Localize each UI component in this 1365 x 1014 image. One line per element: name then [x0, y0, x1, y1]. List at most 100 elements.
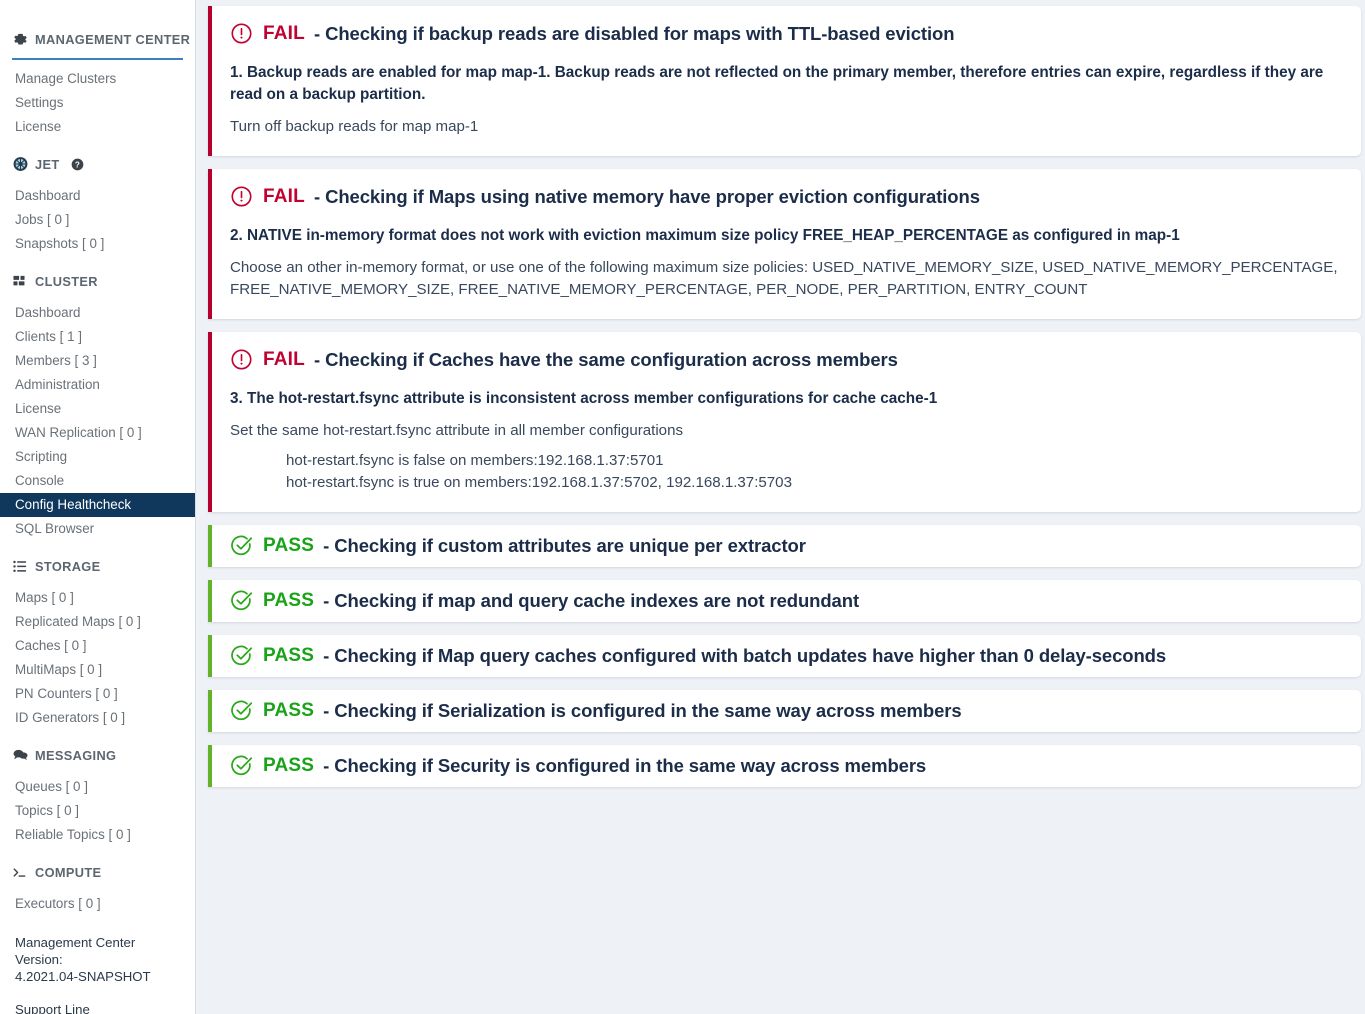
sidebar-item-multimaps[interactable]: MultiMaps [ 0 ] [0, 658, 195, 682]
status-badge: PASS [263, 754, 315, 776]
sidebar-section-management-center: MANAGEMENT CENTER Manage Clusters Settings… [0, 26, 195, 151]
sidebar-section-title: MESSAGING [35, 747, 117, 763]
alert-circle-icon [230, 185, 253, 208]
app-root: MANAGEMENT CENTER Manage Clusters Settings… [0, 0, 1365, 1014]
sidebar-section-title: COMPUTE [35, 864, 102, 880]
sidebar-section-title: STORAGE [35, 558, 101, 574]
card-header: FAIL - Checking if backup reads are disab… [230, 22, 1341, 45]
healthcheck-card: FAIL - Checking if Maps using native memo… [208, 169, 1361, 319]
grid-icon [13, 274, 28, 289]
sidebar-item-console[interactable]: Console [0, 469, 195, 493]
sidebar-item-members[interactable]: Members [ 3 ] [0, 349, 195, 373]
sidebar-section-header-compute: COMPUTE [0, 859, 195, 885]
status-badge: FAIL [263, 348, 305, 370]
sidebar-item-wan-replication[interactable]: WAN Replication [ 0 ] [0, 421, 195, 445]
sidebar-item-list-jet: Dashboard Jobs [ 0 ] Snapshots [ 0 ] [0, 177, 195, 256]
check-title: - Checking if map and query cache indexe… [323, 589, 860, 611]
remedy-description: Turn off backup reads for map map-1 [230, 118, 479, 135]
sidebar-item-dashboard[interactable]: Dashboard [0, 301, 195, 325]
sidebar-item-pn-counters[interactable]: PN Counters [ 0 ] [0, 682, 195, 706]
sidebar-item-list-management-center: Manage Clusters Settings License [0, 60, 195, 139]
sidebar-section-cluster: CLUSTER Dashboard Clients [ 1 ] Members [ 3… [0, 268, 195, 553]
status-badge: PASS [263, 589, 315, 611]
sidebar-item-caches[interactable]: Caches [ 0 ] [0, 634, 195, 658]
sidebar-item-license[interactable]: License [0, 397, 195, 421]
problem-description: 3. The hot-restart.fsync attribute is in… [230, 390, 938, 407]
problem-description: 1. Backup reads are enabled for map map-… [230, 64, 1324, 103]
sidebar-section-header-storage: STORAGE [0, 553, 195, 579]
status-badge: PASS [263, 534, 315, 556]
healthcheck-card: PASS - Checking if map and query cache in… [208, 580, 1361, 622]
sidebar-section-header-cluster: CLUSTER [0, 268, 195, 294]
card-header: FAIL - Checking if Caches have the same c… [230, 348, 1341, 371]
jet-icon [13, 157, 28, 172]
sidebar-item-executors[interactable]: Executors [ 0 ] [0, 892, 195, 916]
gear-icon [13, 32, 28, 47]
sidebar-item-license[interactable]: License [0, 115, 195, 139]
status-badge: FAIL [263, 22, 305, 44]
card-header: PASS - Checking if Map query caches confi… [230, 644, 1341, 667]
version-value: 4.2021.04-SNAPSHOT [15, 969, 151, 984]
sidebar: MANAGEMENT CENTER Manage Clusters Settings… [0, 0, 196, 1014]
sidebar-item-clients[interactable]: Clients [ 1 ] [0, 325, 195, 349]
alert-circle-icon [230, 348, 253, 371]
healthcheck-card: PASS - Checking if Serialization is confi… [208, 690, 1361, 732]
detail-line: hot-restart.fsync is false on members:19… [286, 452, 664, 469]
sidebar-item-sql-browser[interactable]: SQL Browser [0, 517, 195, 541]
card-header: FAIL - Checking if Maps using native memo… [230, 185, 1341, 208]
card-header: PASS - Checking if Security is configured… [230, 754, 1341, 777]
sidebar-section-storage: STORAGE Maps [ 0 ] Replicated Maps [ 0 ] Ca… [0, 553, 195, 742]
version-label: Management Center Version: [15, 935, 136, 967]
sidebar-item-jobs[interactable]: Jobs [ 0 ] [0, 208, 195, 232]
help-circle-icon[interactable]: ? [71, 158, 84, 171]
sidebar-section-header-management-center: MANAGEMENT CENTER [0, 26, 195, 52]
check-title: - Checking if backup reads are disabled … [313, 22, 955, 44]
detail-line: hot-restart.fsync is true on members:192… [286, 474, 792, 491]
sidebar-item-manage-clusters[interactable]: Manage Clusters [0, 67, 195, 91]
sidebar-item-queues[interactable]: Queues [ 0 ] [0, 775, 195, 799]
terminal-icon [13, 865, 28, 880]
sidebar-item-id-generators[interactable]: ID Generators [ 0 ] [0, 706, 195, 730]
check-title: - Checking if Caches have the same confi… [313, 348, 898, 370]
support-line-label[interactable]: Support Line [0, 1001, 195, 1014]
sidebar-item-topics[interactable]: Topics [ 0 ] [0, 799, 195, 823]
status-badge: PASS [263, 699, 315, 721]
sidebar-item-dashboard[interactable]: Dashboard [0, 184, 195, 208]
check-title: - Checking if Map query caches configure… [323, 644, 1167, 666]
sidebar-item-config-healthcheck[interactable]: Config Healthcheck [0, 493, 195, 517]
check-circle-icon [230, 589, 253, 612]
sidebar-section-jet: JET? Dashboard Jobs [ 0 ] Snapshots [ 0 ] [0, 151, 195, 268]
sidebar-item-snapshots[interactable]: Snapshots [ 0 ] [0, 232, 195, 256]
sidebar-item-settings[interactable]: Settings [0, 91, 195, 115]
healthcheck-card: PASS - Checking if Map query caches confi… [208, 635, 1361, 677]
sidebar-item-scripting[interactable]: Scripting [0, 445, 195, 469]
card-header: PASS - Checking if map and query cache in… [230, 589, 1341, 612]
card-header: PASS - Checking if custom attributes are … [230, 534, 1341, 557]
sidebar-section-title: MANAGEMENT CENTER [35, 31, 191, 47]
sidebar-section-compute: COMPUTE Executors [ 0 ] [0, 859, 195, 928]
card-header: PASS - Checking if Serialization is confi… [230, 699, 1341, 722]
healthcheck-card: FAIL - Checking if backup reads are disab… [208, 6, 1361, 156]
check-title: - Checking if Security is configured in … [323, 754, 927, 776]
sidebar-item-list-storage: Maps [ 0 ] Replicated Maps [ 0 ] Caches [ … [0, 579, 195, 730]
sidebar-item-replicated-maps[interactable]: Replicated Maps [ 0 ] [0, 610, 195, 634]
list-icon [13, 559, 28, 574]
detail-list: hot-restart.fsync is false on members:19… [230, 450, 1341, 494]
healthcheck-card: PASS - Checking if Security is configured… [208, 745, 1361, 787]
sidebar-section-header-messaging: MESSAGING [0, 742, 195, 768]
sidebar-item-list-compute: Executors [ 0 ] [0, 885, 195, 916]
check-circle-icon [230, 534, 253, 557]
sidebar-item-maps[interactable]: Maps [ 0 ] [0, 586, 195, 610]
remedy-description: Choose an other in-memory format, or use… [230, 259, 1338, 298]
status-badge: PASS [263, 644, 315, 666]
sidebar-section-header-jet: JET? [0, 151, 195, 177]
remedy-description: Set the same hot-restart.fsync attribute… [230, 422, 684, 439]
healthcheck-card: PASS - Checking if custom attributes are … [208, 525, 1361, 567]
sidebar-section-messaging: MESSAGING Queues [ 0 ] Topics [ 0 ] Reliabl… [0, 742, 195, 859]
sidebar-item-reliable-topics[interactable]: Reliable Topics [ 0 ] [0, 823, 195, 847]
sidebar-section-title: CLUSTER [35, 273, 98, 289]
sidebar-item-administration[interactable]: Administration [0, 373, 195, 397]
check-title: - Checking if Maps using native memory h… [313, 185, 980, 207]
healthcheck-card: FAIL - Checking if Caches have the same c… [208, 332, 1361, 512]
svg-text:?: ? [74, 160, 79, 169]
